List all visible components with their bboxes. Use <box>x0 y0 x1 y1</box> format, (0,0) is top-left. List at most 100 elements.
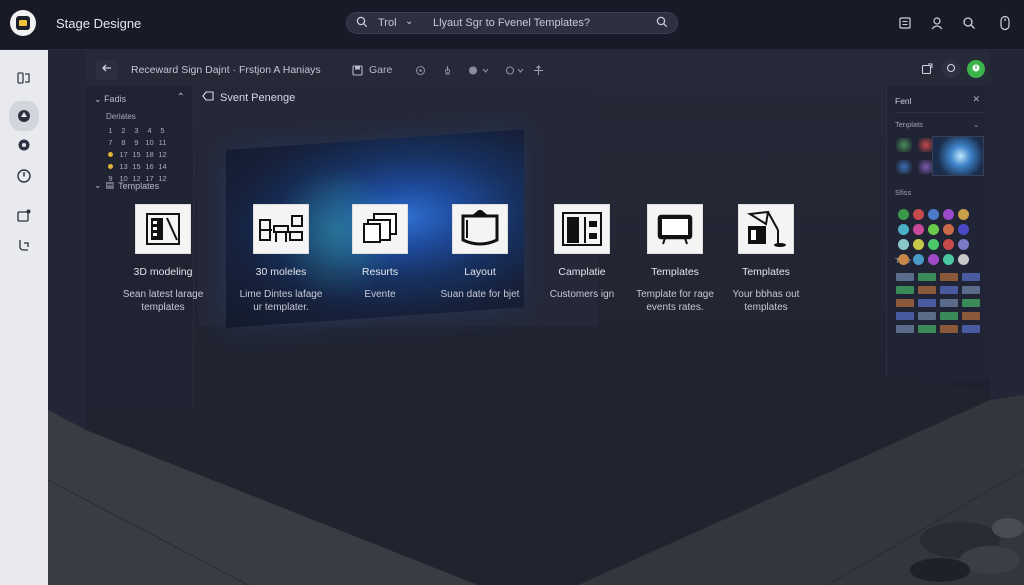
search-submit-icon[interactable] <box>656 16 668 31</box>
layers-icon[interactable] <box>12 66 36 90</box>
color-swatch[interactable] <box>898 239 909 250</box>
asset-thumbnail[interactable] <box>940 286 958 294</box>
app-logo[interactable] <box>10 10 36 36</box>
color-swatch[interactable] <box>913 209 924 220</box>
color-swatch[interactable] <box>898 224 909 235</box>
color-swatch[interactable] <box>943 239 954 250</box>
calendar-day[interactable] <box>104 162 117 171</box>
search-global-icon[interactable] <box>960 14 978 32</box>
color-swatch[interactable] <box>958 239 969 250</box>
asset-thumbnail[interactable] <box>918 286 936 294</box>
calendar-day[interactable]: 15 <box>130 162 143 171</box>
search-bar[interactable]: Trol ⌄ Llyaut Sgr to Fvenel Templates? <box>346 12 678 34</box>
color-swatch[interactable] <box>928 239 939 250</box>
asset-thumbnail[interactable] <box>896 325 914 333</box>
color-swatch[interactable] <box>958 224 969 235</box>
calendar-day[interactable]: 17 <box>117 150 130 159</box>
asset-thumbnail[interactable] <box>940 312 958 320</box>
save-icon[interactable] <box>352 62 363 78</box>
search-input[interactable]: Llyaut Sgr to Fvenel Templates? <box>433 17 590 29</box>
edit-icon[interactable] <box>918 60 936 78</box>
calendar-day[interactable]: 8 <box>117 138 130 147</box>
color-picker-icon[interactable] <box>468 62 490 78</box>
calendar-day[interactable]: 16 <box>143 162 156 171</box>
template-card[interactable]: Layout Suan date for bjet <box>430 204 530 301</box>
user-icon[interactable] <box>928 14 946 32</box>
asset-thumbnail[interactable] <box>962 312 980 320</box>
chevron-down-icon[interactable]: ⌄ <box>405 16 413 27</box>
settings-icon[interactable] <box>12 133 36 157</box>
mouse-icon[interactable] <box>996 14 1014 32</box>
calendar-day[interactable]: 13 <box>117 162 130 171</box>
asset-thumbnail[interactable] <box>918 312 936 320</box>
color-swatch[interactable] <box>928 254 939 265</box>
collapse-icon[interactable]: ⌃ <box>177 92 185 103</box>
template-card[interactable]: Resurts Evente <box>330 204 430 301</box>
calendar-day[interactable]: 14 <box>156 162 169 171</box>
asset-thumbnail[interactable] <box>896 286 914 294</box>
close-icon[interactable]: ✕ <box>972 94 980 105</box>
template-card[interactable]: 30 moleles Lime Dintes lafage ur templater… <box>231 204 331 314</box>
color-swatch[interactable] <box>913 254 924 265</box>
asset-thumbnail[interactable] <box>896 299 914 307</box>
mini-calendar[interactable]: 1 2 3 4 5 7 8 9 10 11 17 15 18 12 13 15 16 14 9 10 12 17 12 <box>104 124 174 184</box>
asset-thumbnail[interactable] <box>896 273 914 281</box>
asset-thumbnail[interactable] <box>918 299 936 307</box>
publish-button[interactable] <box>967 60 985 78</box>
effects-icon[interactable] <box>505 62 527 78</box>
color-swatch[interactable] <box>943 224 954 235</box>
calendar-day[interactable]: 5 <box>156 126 169 135</box>
templates-section[interactable]: ⌄ ▤ Templates <box>94 180 159 191</box>
stage-canvas[interactable] <box>48 50 1024 585</box>
calendar-icon[interactable] <box>896 14 914 32</box>
template-thumbnail[interactable] <box>896 138 912 152</box>
panel-header[interactable]: ⌄ Fadis <box>94 94 126 105</box>
calendar-day[interactable]: 15 <box>130 150 143 159</box>
calendar-day[interactable]: 12 <box>156 150 169 159</box>
search-mode[interactable]: Trol <box>378 17 397 29</box>
template-card[interactable]: 3D modeling Sean latest larage templates <box>113 204 213 314</box>
color-swatch[interactable] <box>928 224 939 235</box>
refresh-button[interactable] <box>942 60 960 78</box>
asset-thumbnail[interactable] <box>962 299 980 307</box>
asset-thumbnail[interactable] <box>940 325 958 333</box>
asset-thumbnail[interactable] <box>896 312 914 320</box>
chevron-icon[interactable]: ⌄ <box>973 120 979 129</box>
game-label[interactable]: Gare <box>369 62 392 78</box>
color-swatch[interactable] <box>958 254 969 265</box>
asset-thumbnail[interactable] <box>940 299 958 307</box>
template-card[interactable]: Templates Template for rage events rates. <box>625 204 725 314</box>
calendar-day[interactable] <box>104 150 117 159</box>
calendar-day[interactable]: 2 <box>117 126 130 135</box>
back-button[interactable] <box>96 60 118 80</box>
color-swatch[interactable] <box>913 239 924 250</box>
gallery-icon[interactable] <box>12 204 36 228</box>
share-icon[interactable] <box>12 233 36 257</box>
light-icon[interactable] <box>442 62 453 78</box>
color-swatch[interactable] <box>943 209 954 220</box>
asset-thumbnail[interactable] <box>962 273 980 281</box>
clock-icon[interactable] <box>12 164 36 188</box>
calendar-day[interactable]: 10 <box>143 138 156 147</box>
calendar-day[interactable]: 1 <box>104 126 117 135</box>
calendar-day[interactable]: 9 <box>130 138 143 147</box>
asset-thumbnail[interactable] <box>940 273 958 281</box>
template-card[interactable]: Templates Your bbhas out templates <box>716 204 816 314</box>
rail-home-button[interactable] <box>9 101 39 131</box>
asset-thumbnail[interactable] <box>962 325 980 333</box>
asset-thumbnail[interactable] <box>918 325 936 333</box>
asset-thumbnail[interactable] <box>918 273 936 281</box>
color-swatch[interactable] <box>898 209 909 220</box>
color-swatch[interactable] <box>958 209 969 220</box>
template-card[interactable]: Camplatie Customers ign <box>532 204 632 301</box>
template-thumbnail[interactable] <box>896 160 912 174</box>
template-preview[interactable] <box>932 136 984 176</box>
calendar-day[interactable]: 11 <box>156 138 169 147</box>
camera-icon[interactable] <box>415 62 426 78</box>
calendar-day[interactable]: 4 <box>143 126 156 135</box>
color-swatch[interactable] <box>943 254 954 265</box>
calendar-day[interactable]: 3 <box>130 126 143 135</box>
color-swatch[interactable] <box>898 254 909 265</box>
move-icon[interactable] <box>533 62 544 78</box>
calendar-day[interactable]: 18 <box>143 150 156 159</box>
